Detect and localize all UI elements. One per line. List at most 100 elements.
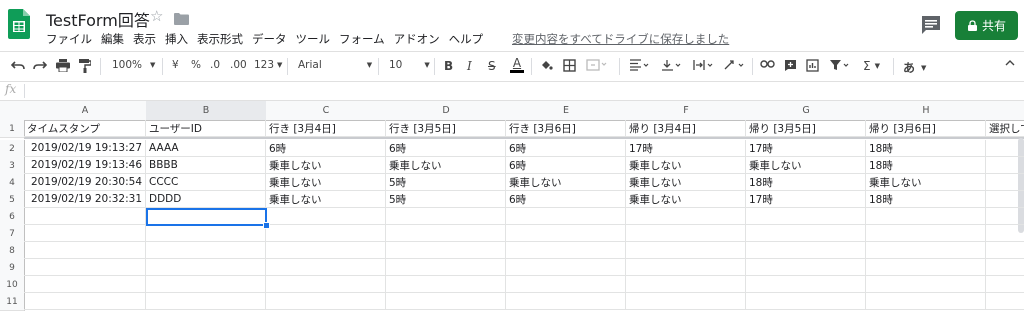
- table-cell[interactable]: [746, 208, 866, 225]
- table-cell[interactable]: [146, 225, 266, 242]
- font-select[interactable]: Arial ▼: [298, 59, 372, 71]
- row-header-8[interactable]: 8: [0, 242, 25, 260]
- table-cell[interactable]: [986, 174, 1024, 191]
- table-cell[interactable]: 17時: [746, 140, 866, 157]
- table-cell[interactable]: [626, 242, 746, 259]
- insert-link-icon[interactable]: [760, 59, 775, 69]
- zoom-select[interactable]: 100% ▼: [112, 59, 155, 71]
- table-cell[interactable]: 18時: [866, 157, 986, 174]
- header-cell[interactable]: 帰り [3月4日]: [626, 120, 746, 137]
- currency-format-button[interactable]: ¥: [172, 59, 179, 71]
- table-cell[interactable]: [506, 242, 626, 259]
- table-cell[interactable]: DDDD: [146, 191, 266, 208]
- table-cell[interactable]: [626, 225, 746, 242]
- table-cell[interactable]: 乗車しない: [626, 174, 746, 191]
- table-cell[interactable]: 乗車しない: [746, 157, 866, 174]
- row-header-11[interactable]: 11: [0, 293, 25, 311]
- table-cell[interactable]: 5時: [386, 191, 506, 208]
- table-cell[interactable]: [866, 242, 986, 259]
- vertical-align-icon[interactable]: [661, 59, 683, 71]
- menu-file[interactable]: ファイル: [46, 31, 92, 47]
- percent-format-button[interactable]: %: [191, 59, 201, 71]
- column-header-e[interactable]: E: [506, 101, 627, 121]
- select-all-corner[interactable]: [0, 101, 25, 121]
- bold-button[interactable]: B: [444, 59, 453, 73]
- table-cell[interactable]: [266, 276, 386, 293]
- strikethrough-button[interactable]: S: [488, 59, 496, 73]
- row-header-9[interactable]: 9: [0, 259, 25, 277]
- table-cell[interactable]: 乗車しない: [266, 157, 386, 174]
- column-header-i[interactable]: [986, 101, 1024, 121]
- table-cell[interactable]: [866, 293, 986, 310]
- column-header-c[interactable]: C: [266, 101, 387, 121]
- table-cell[interactable]: [986, 293, 1024, 310]
- table-cell[interactable]: 5時: [386, 174, 506, 191]
- comments-icon[interactable]: [920, 14, 942, 36]
- table-cell[interactable]: [386, 259, 506, 276]
- insert-comment-icon[interactable]: [784, 59, 797, 72]
- borders-icon[interactable]: [563, 59, 576, 72]
- table-cell[interactable]: 乗車しない: [266, 174, 386, 191]
- table-cell[interactable]: [386, 208, 506, 225]
- table-cell[interactable]: [746, 259, 866, 276]
- table-cell[interactable]: [866, 259, 986, 276]
- table-cell[interactable]: [146, 259, 266, 276]
- table-cell[interactable]: [24, 276, 146, 293]
- table-cell[interactable]: 2019/02/19 20:30:54: [24, 174, 146, 191]
- italic-button[interactable]: I: [467, 59, 472, 73]
- table-cell[interactable]: [626, 293, 746, 310]
- row-header-7[interactable]: 7: [0, 225, 25, 243]
- save-status-link[interactable]: 変更内容をすべてドライブに保存しました: [512, 31, 729, 47]
- table-cell[interactable]: [266, 242, 386, 259]
- table-cell[interactable]: 乗車しない: [266, 191, 386, 208]
- menu-tools[interactable]: ツール: [296, 31, 331, 47]
- text-rotation-icon[interactable]: [724, 59, 746, 71]
- redo-icon[interactable]: [33, 59, 47, 71]
- active-cell-outline[interactable]: [146, 208, 267, 226]
- header-cell[interactable]: 選択して: [986, 120, 1024, 137]
- table-cell[interactable]: [506, 293, 626, 310]
- fill-color-icon[interactable]: [540, 59, 553, 72]
- table-cell[interactable]: 乗車しない: [626, 157, 746, 174]
- table-cell[interactable]: 18時: [866, 191, 986, 208]
- table-cell[interactable]: [866, 225, 986, 242]
- table-cell[interactable]: 6時: [506, 140, 626, 157]
- row-header-5[interactable]: 5: [0, 191, 25, 209]
- header-cell[interactable]: 行き [3月4日]: [266, 120, 386, 137]
- menu-help[interactable]: ヘルプ: [449, 31, 484, 47]
- undo-icon[interactable]: [11, 59, 25, 71]
- table-cell[interactable]: [506, 208, 626, 225]
- column-header-h[interactable]: H: [866, 101, 987, 121]
- menu-form[interactable]: フォーム: [339, 31, 385, 47]
- horizontal-align-icon[interactable]: [629, 59, 651, 71]
- merge-cells-icon[interactable]: [586, 59, 608, 71]
- table-cell[interactable]: [746, 242, 866, 259]
- table-cell[interactable]: [506, 259, 626, 276]
- table-cell[interactable]: [386, 293, 506, 310]
- column-header-f[interactable]: F: [626, 101, 747, 121]
- table-cell[interactable]: [386, 242, 506, 259]
- functions-button[interactable]: Σ ▼: [863, 59, 880, 73]
- insert-chart-icon[interactable]: [806, 59, 819, 72]
- paint-format-icon[interactable]: [79, 59, 91, 73]
- table-cell[interactable]: [266, 259, 386, 276]
- table-cell[interactable]: [626, 259, 746, 276]
- decrease-decimal-button[interactable]: .0: [210, 59, 220, 71]
- share-button[interactable]: 共有: [955, 11, 1018, 40]
- table-cell[interactable]: [24, 293, 146, 310]
- table-cell[interactable]: [986, 225, 1024, 242]
- column-header-d[interactable]: D: [386, 101, 507, 121]
- table-cell[interactable]: [986, 140, 1024, 157]
- column-header-a[interactable]: A: [24, 101, 147, 121]
- table-cell[interactable]: AAAA: [146, 140, 266, 157]
- header-cell[interactable]: 行き [3月6日]: [506, 120, 626, 137]
- font-size-select[interactable]: 10 ▼: [389, 59, 430, 71]
- table-cell[interactable]: [746, 225, 866, 242]
- star-icon[interactable]: ☆: [150, 7, 163, 25]
- table-cell[interactable]: [24, 208, 146, 225]
- table-cell[interactable]: 17時: [626, 140, 746, 157]
- table-cell[interactable]: 乗車しない: [866, 174, 986, 191]
- table-cell[interactable]: 18時: [866, 140, 986, 157]
- table-cell[interactable]: 乗車しない: [626, 191, 746, 208]
- column-header-b[interactable]: B: [146, 101, 267, 121]
